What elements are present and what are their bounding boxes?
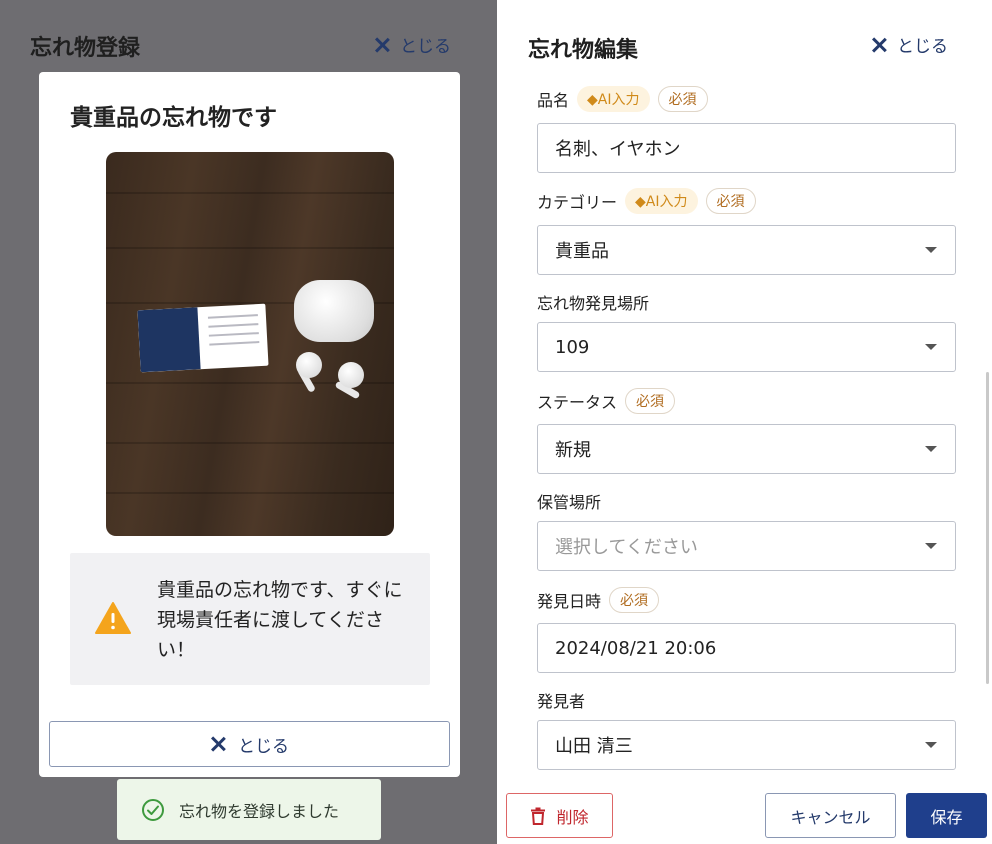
business-card-image <box>137 303 269 373</box>
item-name-value: 名刺、イヤホン <box>555 139 681 160</box>
found-datetime-input[interactable]: 2024/08/21 20:06 <box>537 623 956 673</box>
category-label: カテゴリー ◆AI入力 必須 <box>537 188 756 214</box>
category-value: 貴重品 <box>555 241 609 262</box>
item-photo <box>106 152 394 536</box>
storage-placeholder: 選択してください <box>555 537 698 558</box>
required-badge: 必須 <box>625 388 676 414</box>
required-badge: 必須 <box>657 86 708 112</box>
trash-icon <box>531 807 546 825</box>
status-label: ステータス 必須 <box>537 388 676 414</box>
modal-close-label: とじる <box>238 736 289 757</box>
toast-text: 忘れ物を登録しました <box>179 801 340 821</box>
register-screen-overlay: 忘れ物登録 とじる 貴重品の忘れ物です 貴重品の忘れ物です、すぐに現場責任者に渡… <box>0 0 497 844</box>
category-select[interactable]: 貴重品 <box>537 225 956 275</box>
found-location-select[interactable]: 109 <box>537 322 956 372</box>
edit-title: 忘れ物編集 <box>528 38 639 63</box>
required-badge: 必須 <box>609 587 660 613</box>
found-location-label: 忘れ物発見場所 <box>537 290 649 314</box>
finder-value: 山田 清三 <box>555 736 633 757</box>
item-name-label: 品名 ◆AI入力 必須 <box>537 86 708 112</box>
finder-label: 発見者 <box>537 688 585 712</box>
warning-text: 貴重品の忘れ物です、すぐに現場責任者に渡してください！ <box>157 579 403 661</box>
ai-input-badge: ◆AI入力 <box>577 86 650 112</box>
valuable-item-modal: 貴重品の忘れ物です 貴重品の忘れ物です、すぐに現場責任者に渡してください！ とじ… <box>39 72 460 777</box>
delete-label: 削除 <box>556 807 589 827</box>
register-title: 忘れ物登録 <box>30 36 141 61</box>
ai-input-badge: ◆AI入力 <box>625 188 698 214</box>
chevron-down-icon <box>925 344 937 350</box>
modal-title: 貴重品の忘れ物です <box>70 105 277 131</box>
finder-label-text: 発見者 <box>537 692 586 711</box>
cancel-button[interactable]: キャンセル <box>765 793 896 838</box>
storage-label-text: 保管場所 <box>537 493 602 512</box>
modal-close-button[interactable]: とじる <box>49 721 450 767</box>
register-header: 忘れ物登録 とじる <box>0 0 497 72</box>
earbud-image <box>338 362 364 388</box>
status-select[interactable]: 新規 <box>537 424 956 474</box>
found-datetime-value: 2024/08/21 20:06 <box>555 637 717 659</box>
item-name-input[interactable]: 名刺、イヤホン <box>537 123 956 173</box>
close-icon <box>871 37 887 53</box>
cancel-label: キャンセル <box>790 807 871 827</box>
found-datetime-label: 発見日時 必須 <box>537 587 660 613</box>
close-icon <box>210 736 226 752</box>
found-location-label-text: 忘れ物発見場所 <box>537 294 650 313</box>
chevron-down-icon <box>925 543 937 549</box>
chevron-down-icon <box>925 247 937 253</box>
found-datetime-label-text: 発見日時 <box>537 592 602 611</box>
edit-close-button[interactable]: とじる <box>871 32 948 57</box>
close-icon <box>374 37 390 53</box>
chevron-down-icon <box>925 742 937 748</box>
storage-label: 保管場所 <box>537 489 601 513</box>
save-button[interactable]: 保存 <box>906 793 987 838</box>
finder-select[interactable]: 山田 清三 <box>537 720 956 770</box>
success-toast: 忘れ物を登録しました <box>117 779 381 840</box>
status-label-text: ステータス <box>537 393 618 412</box>
form-scrollbar[interactable] <box>986 372 989 684</box>
register-close-label: とじる <box>400 37 451 57</box>
warning-box: 貴重品の忘れ物です、すぐに現場責任者に渡してください！ <box>70 553 430 685</box>
found-location-value: 109 <box>555 336 590 358</box>
item-name-label-text: 品名 <box>537 91 570 110</box>
warning-icon <box>95 602 131 634</box>
required-badge: 必須 <box>705 188 756 214</box>
storage-select[interactable]: 選択してください <box>537 521 956 571</box>
save-label: 保存 <box>930 807 963 827</box>
earbud-image <box>296 352 322 378</box>
edit-close-label: とじる <box>897 37 948 57</box>
category-label-text: カテゴリー <box>537 193 618 212</box>
check-circle-icon <box>142 798 164 821</box>
chevron-down-icon <box>925 446 937 452</box>
earphone-case-image <box>294 280 374 342</box>
edit-screen: 忘れ物編集 とじる 品名 ◆AI入力 必須 名刺、イヤホン カテゴリー ◆AI入… <box>497 0 992 844</box>
status-value: 新規 <box>555 440 591 461</box>
register-close-button[interactable]: とじる <box>374 32 451 57</box>
delete-button[interactable]: 削除 <box>506 793 613 838</box>
